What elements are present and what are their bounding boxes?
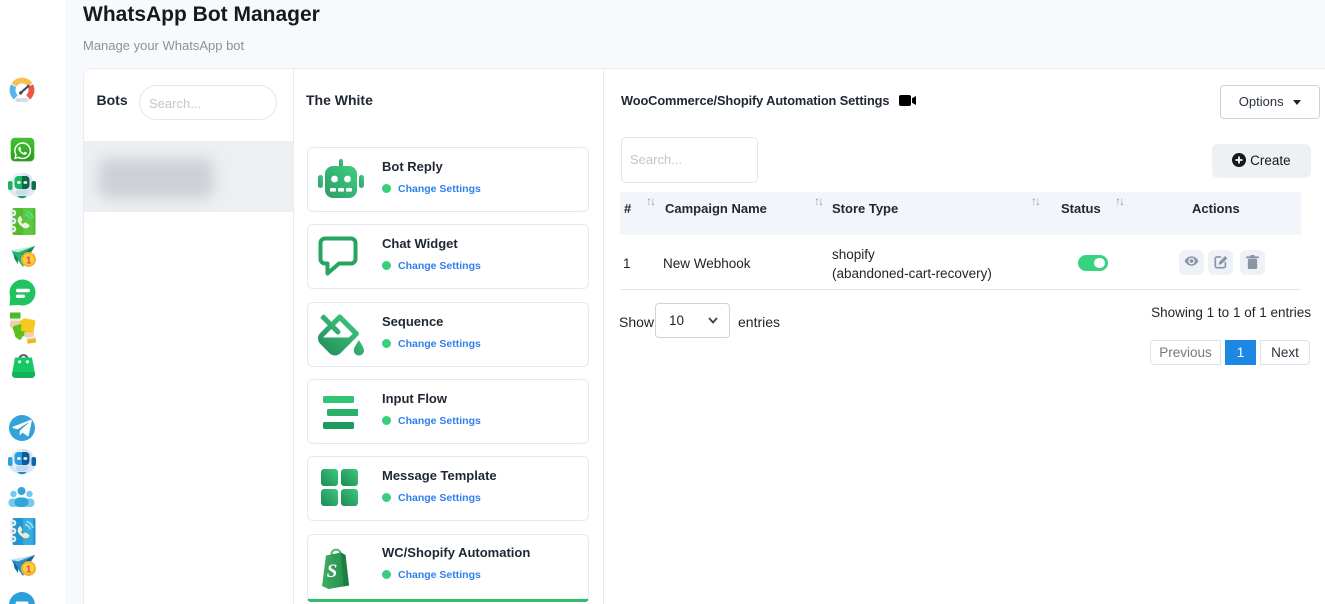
svg-text:1: 1	[26, 564, 32, 575]
svg-text:S: S	[327, 561, 338, 582]
svg-text:1: 1	[26, 255, 32, 266]
